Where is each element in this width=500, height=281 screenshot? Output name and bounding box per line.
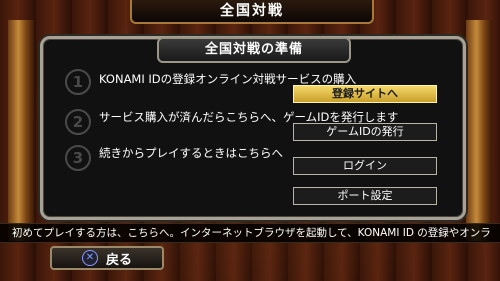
screen-title: 全国対戦 xyxy=(130,0,374,24)
right-pillar-decoration xyxy=(466,20,492,241)
back-label: 戻る xyxy=(105,252,132,268)
step-3-number: 3 xyxy=(65,145,91,171)
cross-button-icon: ✕ xyxy=(81,250,98,266)
panel-title: 全国対戦の準備 xyxy=(157,37,351,63)
info-ticker: 初めてプレイする方は、こちらへ。インターネットブラウザを起動して、KONAMI … xyxy=(0,223,500,243)
port-settings-button[interactable]: ポート設定 xyxy=(293,187,437,205)
login-button[interactable]: ログイン xyxy=(293,157,437,175)
issue-game-id-button[interactable]: ゲームIDの発行 xyxy=(293,123,437,141)
step-3-text: 続きからプレイするときはこちらへ xyxy=(99,146,283,160)
register-site-button[interactable]: 登録サイトへ xyxy=(293,85,437,103)
step-2-number: 2 xyxy=(65,109,91,135)
ticker-text: 初めてプレイする方は、こちらへ。インターネットブラウザを起動して、KONAMI … xyxy=(12,227,491,239)
step-1-number: 1 xyxy=(65,69,91,95)
back-button[interactable]: ✕ 戻る xyxy=(50,246,164,270)
prep-panel: 全国対戦の準備 1 KONAMI IDの登録オンライン対戦サービスの購入 登録サ… xyxy=(40,36,466,220)
left-pillar-decoration xyxy=(8,20,34,241)
